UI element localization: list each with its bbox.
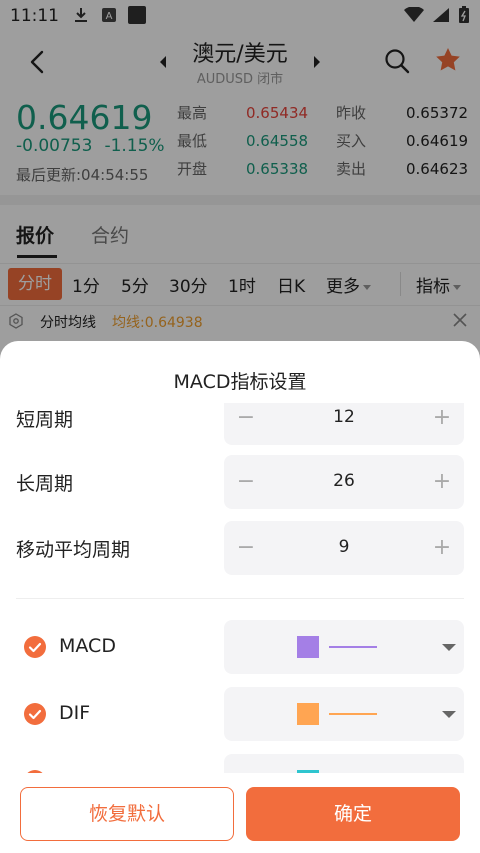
check-icon: [28, 642, 42, 653]
line-label: MACD: [59, 635, 116, 657]
increment-button[interactable]: +: [428, 531, 456, 565]
color-swatch: [297, 703, 319, 725]
section-divider: [16, 598, 464, 599]
sheet-title: MACD指标设置: [173, 371, 307, 393]
stepper-value[interactable]: 26: [284, 471, 404, 491]
color-swatch: [297, 636, 319, 658]
line-style-dropdown[interactable]: [224, 754, 464, 773]
dropdown-arrow-icon: [442, 711, 456, 718]
param-label: 短周期: [16, 409, 74, 431]
macd-settings-sheet: MACD指标设置 短周期 − 12 + 长周期 − 26 + 移动平均周期 − …: [0, 341, 480, 853]
confirm-button[interactable]: 确定: [246, 787, 460, 841]
checkbox-checked[interactable]: [24, 636, 46, 658]
stepper-value[interactable]: 12: [284, 407, 404, 427]
check-icon: [28, 709, 42, 720]
increment-button[interactable]: +: [428, 403, 456, 435]
signal-period-stepper: − 9 +: [224, 521, 464, 575]
stepper-value[interactable]: 9: [284, 537, 404, 557]
long-period-stepper: − 26 +: [224, 455, 464, 509]
reset-default-button[interactable]: 恢复默认: [20, 787, 234, 841]
param-label: 长周期: [16, 473, 74, 495]
sheet-footer: 恢复默认 确定: [0, 773, 480, 853]
checkbox-checked[interactable]: [24, 703, 46, 725]
line-sample: [329, 713, 377, 715]
increment-button[interactable]: +: [428, 465, 456, 499]
sheet-scroll-body[interactable]: 短周期 − 12 + 长周期 − 26 + 移动平均周期 − 9 + MACD …: [0, 403, 480, 773]
param-row-signal: 移动平均周期 − 9 +: [0, 521, 480, 575]
line-style-dropdown[interactable]: [224, 620, 464, 674]
line-label: DIF: [59, 702, 91, 724]
line-sample: [329, 646, 377, 648]
line-row-macd: MACD: [0, 620, 480, 674]
param-row-short: 短周期 − 12 +: [0, 403, 480, 445]
decrement-button[interactable]: −: [232, 531, 260, 565]
decrement-button[interactable]: −: [232, 403, 260, 435]
short-period-stepper: − 12 +: [224, 403, 464, 445]
decrement-button[interactable]: −: [232, 465, 260, 499]
line-row-dea: [0, 754, 480, 773]
line-row-dif: DIF: [0, 687, 480, 741]
dropdown-arrow-icon: [442, 644, 456, 651]
param-label: 移动平均周期: [16, 539, 131, 561]
param-row-long: 长周期 − 26 +: [0, 455, 480, 509]
line-style-dropdown[interactable]: [224, 687, 464, 741]
